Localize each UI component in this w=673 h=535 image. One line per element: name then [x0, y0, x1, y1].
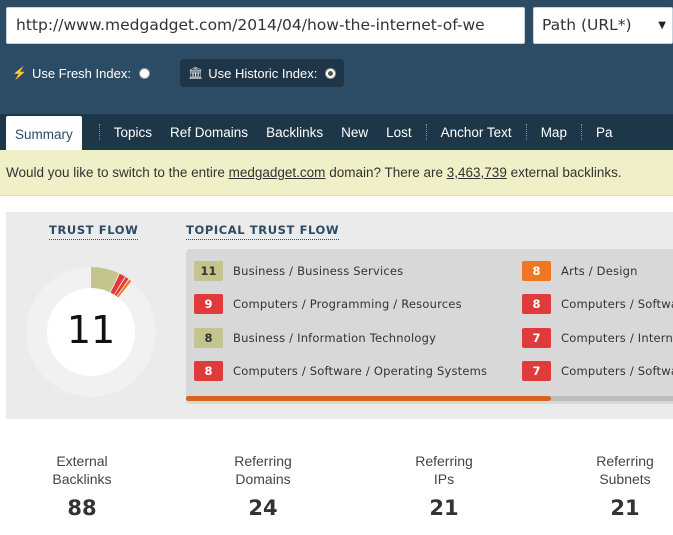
stat-label: Backlinks [52, 471, 112, 487]
domain-switch-notice: Would you like to switch to the entire m… [0, 150, 673, 196]
topic-item[interactable]: 8 Business / Information Technology [194, 328, 436, 348]
nav-tabs: Summary Topics Ref Domains Backlinks New… [0, 114, 673, 150]
topic-item[interactable]: 11 Business / Business Services [194, 261, 403, 281]
topic-item[interactable]: 8 Computers / Softwa [522, 294, 673, 314]
stat-value: 24 [248, 496, 278, 520]
stat-referring-domains: Referring Domains 24 [198, 452, 328, 520]
stat-value: 21 [429, 496, 459, 520]
notice-text: external backlinks. [506, 165, 622, 180]
topics-scrollbar-thumb[interactable] [186, 396, 552, 401]
notice-text: domain? There are [325, 165, 447, 180]
trust-flow-panel: TRUST FLOW TOPICAL TRUST FLOW 11 11 Busi… [6, 212, 673, 419]
stat-referring-subnets: Referring Subnets 21 [560, 452, 673, 520]
topic-item[interactable]: 7 Computers / Softwa [522, 361, 673, 381]
tab-pages[interactable]: Pa [587, 114, 622, 150]
topics-scrollbar[interactable] [186, 396, 673, 401]
topical-trust-flow-title: TOPICAL TRUST FLOW [186, 223, 340, 240]
trust-flow-title: TRUST FLOW [49, 223, 139, 240]
historic-index-option[interactable]: 🏛 Use Historic Index: [180, 59, 345, 87]
tab-ref-domains[interactable]: Ref Domains [161, 114, 257, 150]
historic-index-label: Use Historic Index: [208, 65, 318, 81]
topic-label: Computers / Softwa [561, 297, 673, 311]
tab-anchor-text[interactable]: Anchor Text [432, 114, 521, 150]
topic-label: Computers / Softwa [561, 364, 673, 378]
stat-label: Referring [415, 453, 473, 469]
topic-score-badge: 8 [194, 361, 223, 381]
topic-score-badge: 7 [522, 328, 551, 348]
topic-label: Computers / Interne [561, 331, 673, 345]
stat-label: Referring [234, 453, 292, 469]
topic-item[interactable]: 7 Computers / Interne [522, 328, 673, 348]
header: http://www.medgadget.com/2014/04/how-the… [0, 0, 673, 114]
stat-label: Subnets [599, 471, 651, 487]
topic-item[interactable]: 8 Arts / Design [522, 261, 638, 281]
tab-separator [525, 124, 527, 140]
topic-score-badge: 9 [194, 294, 223, 314]
topic-score-badge: 8 [522, 261, 551, 281]
stat-referring-ips: Referring IPs 21 [379, 452, 509, 520]
topic-score-badge: 8 [522, 294, 551, 314]
stat-value: 21 [610, 496, 640, 520]
url-input[interactable]: http://www.medgadget.com/2014/04/how-the… [6, 7, 525, 44]
stat-label: Referring [596, 453, 654, 469]
domain-link[interactable]: medgadget.com [229, 165, 326, 180]
tab-new[interactable]: New [332, 114, 377, 150]
tab-separator [425, 124, 427, 140]
topic-score-badge: 11 [194, 261, 223, 281]
fresh-index-option[interactable]: ⚡ Use Fresh Index: [12, 59, 150, 87]
stat-value: 88 [67, 496, 97, 520]
tab-backlinks[interactable]: Backlinks [257, 114, 332, 150]
topical-trust-flow-list: 11 Business / Business Services 9 Comput… [186, 249, 673, 404]
tab-separator [98, 124, 100, 140]
topic-item[interactable]: 8 Computers / Software / Operating Syste… [194, 361, 487, 381]
historic-index-radio[interactable] [325, 67, 337, 79]
topic-label: Business / Information Technology [233, 331, 437, 345]
fresh-index-radio[interactable] [138, 67, 150, 79]
topic-label: Business / Business Services [233, 264, 404, 278]
topic-score-badge: 7 [522, 361, 551, 381]
backlinks-count-link[interactable]: 3,463,739 [447, 165, 507, 180]
tab-map[interactable]: Map [532, 114, 576, 150]
topic-label: Computers / Programming / Resources [233, 297, 462, 311]
stat-external-backlinks: External Backlinks 88 [17, 452, 147, 520]
stat-label: Domains [235, 471, 291, 487]
chevron-down-icon: ▼ [658, 20, 666, 31]
tab-topics[interactable]: Topics [105, 114, 161, 150]
scope-select-value: Path (URL*) [542, 16, 632, 34]
lightning-icon: ⚡ [12, 66, 27, 80]
topic-label: Computers / Software / Operating Systems [233, 364, 488, 378]
topic-label: Arts / Design [561, 264, 638, 278]
stat-label: External [56, 453, 108, 469]
topic-score-badge: 8 [194, 328, 223, 348]
notice-text: Would you like to switch to the entire [6, 165, 229, 180]
stat-label: IPs [433, 471, 455, 487]
tab-separator [580, 124, 582, 140]
fresh-index-label: Use Fresh Index: [31, 65, 131, 81]
bank-icon: 🏛 [188, 66, 204, 80]
tab-summary[interactable]: Summary [6, 116, 82, 150]
tab-lost[interactable]: Lost [377, 114, 421, 150]
scope-select[interactable]: Path (URL*) ▼ [533, 7, 673, 44]
trust-flow-value: 11 [66, 308, 116, 352]
topic-item[interactable]: 9 Computers / Programming / Resources [194, 294, 462, 314]
